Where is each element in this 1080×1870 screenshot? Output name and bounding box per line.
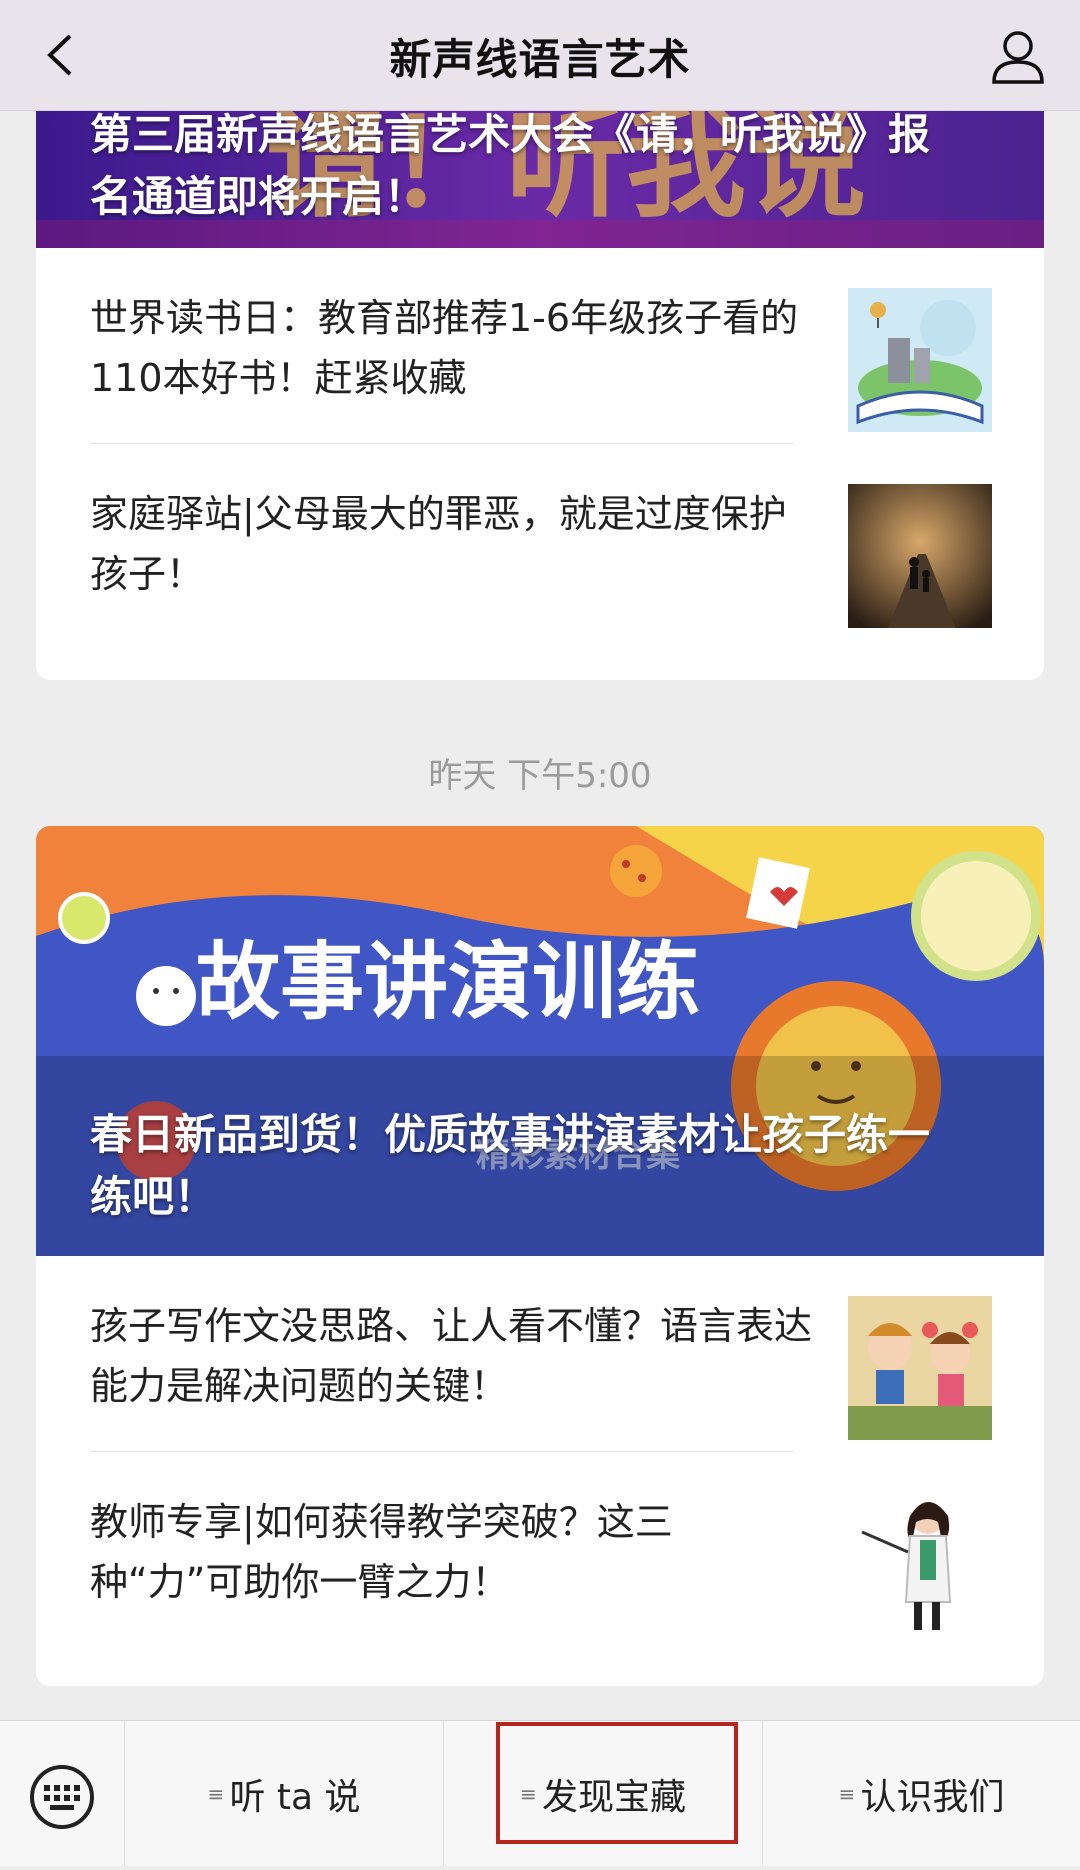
article-thumbnail (848, 484, 992, 628)
article-title: 教师专享|如何获得教学突破？这三种“力”可助你一臂之力！ (90, 1500, 673, 1604)
menu-item-discover[interactable]: ≡ 发现宝藏 (444, 1721, 762, 1866)
page-title: 新声线语言艺术 (389, 35, 691, 84)
list-item[interactable]: 教师专享|如何获得教学突破？这三种“力”可助你一臂之力！ (36, 1452, 1044, 1648)
article-title: 孩子写作文没思路、让人看不懂？语言表达能力是解决问题的关键！ (90, 1304, 813, 1408)
bottom-menu-bar: ≡ 听 ta 说 ≡ 发现宝藏 ≡ 认识我们 (0, 1720, 1080, 1866)
banner-article-2[interactable]: 故事讲演训练 精彩素材合集 春日新品到货！优质故事讲演素材让孩子练一练吧！ (36, 826, 1044, 1256)
list-item[interactable]: 世界读书日：教育部推荐1-6年级孩子看的110本好书！赶紧收藏 (36, 248, 1044, 444)
submenu-icon: ≡ (519, 1781, 537, 1806)
article-title: 世界读书日：教育部推荐1-6年级孩子看的110本好书！赶紧收藏 (90, 296, 799, 400)
article-card-2: 故事讲演训练 精彩素材合集 春日新品到货！优质故事讲演素材让孩子练一练吧！ 孩子… (36, 826, 1044, 1686)
list-item[interactable]: 家庭驿站|父母最大的罪恶，就是过度保护孩子！ (36, 444, 1044, 640)
article-thumbnail (848, 288, 992, 432)
article-title: 家庭驿站|父母最大的罪恶，就是过度保护孩子！ (90, 492, 787, 596)
menu-item-label: 发现宝藏 (541, 1776, 686, 1818)
keyboard-toggle-button[interactable] (0, 1721, 125, 1866)
banner-caption: 春日新品到货！优质故事讲演素材让孩子练一练吧！ (90, 1110, 931, 1221)
submenu-icon: ≡ (207, 1781, 225, 1806)
banner-caption: 第三届新声线语言艺术大会《请，听我说》报名通道即将开启！ (90, 110, 931, 221)
message-timestamp: 昨天 下午5:00 (428, 756, 652, 796)
banner-title: 故事讲演训练 (196, 933, 700, 1031)
profile-icon[interactable] (988, 26, 1048, 86)
top-nav-bar: 新声线语言艺术 (0, 0, 1080, 111)
menu-item-label: 听 ta 说 (229, 1776, 361, 1818)
article-thumbnail (848, 1296, 992, 1440)
menu-item-label: 认识我们 (860, 1776, 1005, 1818)
submenu-icon: ≡ (838, 1781, 856, 1806)
article-thumbnail (848, 1492, 992, 1636)
menu-item-about[interactable]: ≡ 认识我们 (763, 1721, 1080, 1866)
banner-article-1[interactable]: 请！听我说 第三届新声线语言艺术大会《请，听我说》报名通道即将开启！ (36, 110, 1044, 248)
list-item[interactable]: 孩子写作文没思路、让人看不懂？语言表达能力是解决问题的关键！ (36, 1256, 1044, 1452)
keyboard-icon (30, 1765, 94, 1829)
menu-item-listen[interactable]: ≡ 听 ta 说 (125, 1721, 443, 1866)
article-card-1: 请！听我说 第三届新声线语言艺术大会《请，听我说》报名通道即将开启！ 世界读书日… (36, 110, 1044, 680)
